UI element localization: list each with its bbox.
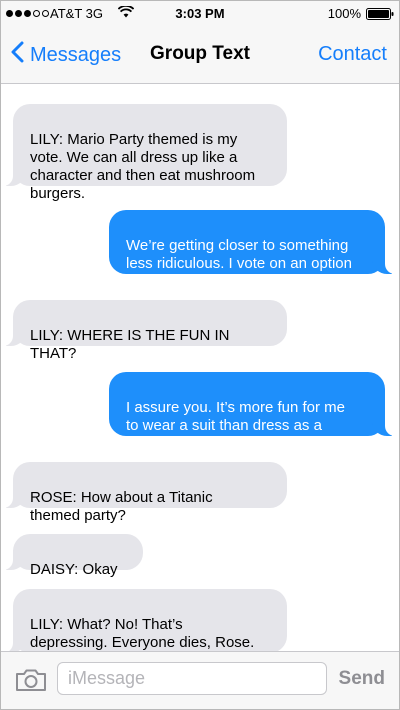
navigation-bar: Messages Group Text Contact (1, 27, 399, 84)
back-button[interactable]: Messages (11, 41, 121, 69)
send-button[interactable]: Send (339, 668, 385, 690)
message-text: ROSE: How about a Titanic themed party? (30, 489, 213, 524)
message-input-bar: Send (1, 651, 399, 709)
message-bubble-incoming: ROSE: How about a Titanic themed party? (3, 462, 287, 524)
message-text: LILY: What? No! That’s depressing. Every… (30, 616, 255, 651)
phone-screen: AT&T 3G 3:03 PM 100% Messages Group Text… (0, 0, 400, 710)
chevron-left-icon (11, 41, 24, 69)
camera-icon[interactable] (15, 668, 47, 697)
status-bar: AT&T 3G 3:03 PM 100% (1, 1, 399, 27)
message-bubble-incoming: LILY: What? No! That’s depressing. Every… (3, 589, 287, 651)
back-button-label: Messages (30, 43, 122, 66)
message-text: DAISY: Okay (30, 561, 118, 578)
battery-icon (366, 8, 394, 23)
message-text: We’re getting closer to something less r… (126, 237, 352, 290)
message-text: I assure you. It’s more fun for me to we… (126, 399, 345, 452)
message-input[interactable] (57, 662, 327, 695)
contact-button[interactable]: Contact (318, 43, 387, 66)
message-bubble-outgoing: I assure you. It’s more fun for me to we… (109, 372, 395, 452)
message-bubble-incoming: LILY: Mario Party themed is my vote. We … (3, 104, 287, 202)
message-bubble-outgoing: We’re getting closer to something less r… (109, 210, 395, 290)
message-thread[interactable]: LILY: Mario Party themed is my vote. We … (1, 84, 399, 651)
message-text: LILY: Mario Party themed is my vote. We … (30, 131, 256, 202)
battery-percent: 100% (327, 6, 361, 21)
message-bubble-incoming: LILY: WHERE IS THE FUN IN THAT? (3, 300, 287, 362)
message-text: LILY: WHERE IS THE FUN IN THAT? (30, 327, 230, 362)
message-bubble-incoming: DAISY: Okay (3, 534, 143, 578)
